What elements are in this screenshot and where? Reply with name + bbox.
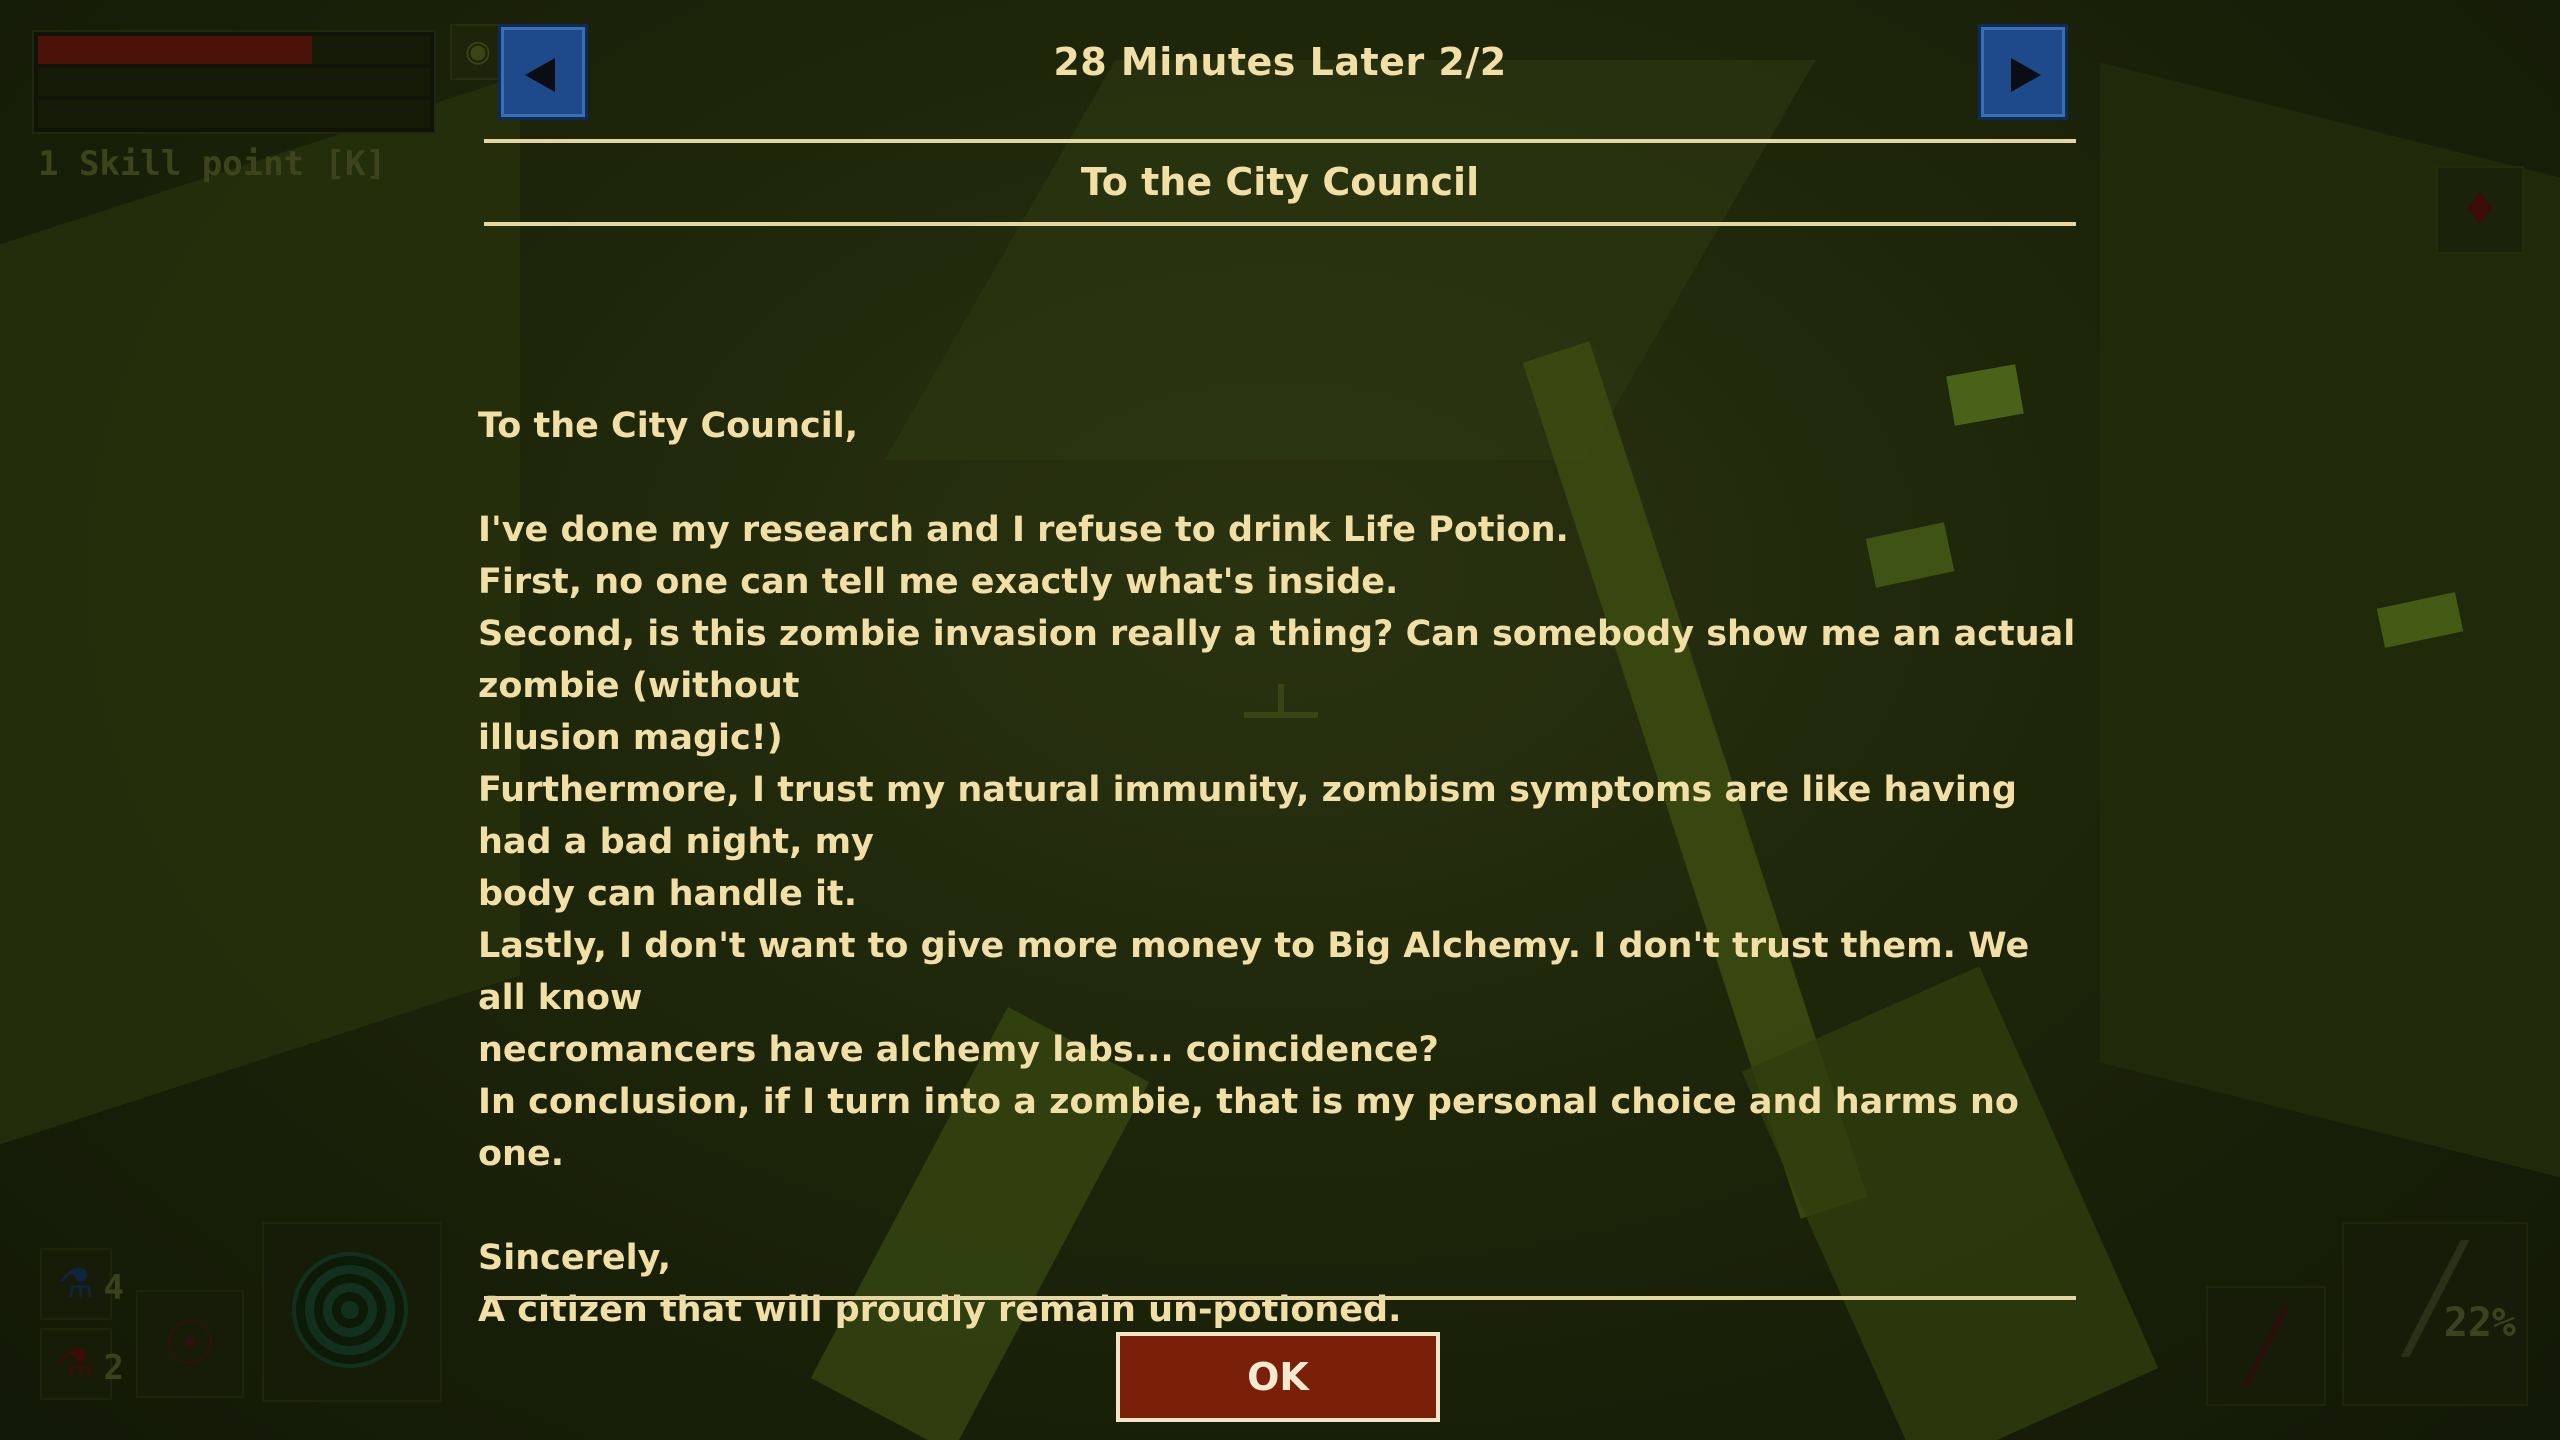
next-page-button[interactable]: [1978, 24, 2068, 120]
divider: [484, 222, 2076, 226]
ok-button[interactable]: OK: [1116, 1332, 1440, 1422]
letter-line: Sincerely,: [478, 1238, 671, 1278]
divider: [484, 1296, 2076, 1300]
letter-line: Second, is this zombie invasion really a…: [478, 614, 2076, 706]
letter-line: body can handle it.: [478, 874, 858, 914]
letter-line: illusion magic!): [478, 718, 783, 758]
letter-gap: [478, 1180, 2078, 1232]
letter-line: In conclusion, if I turn into a zombie, …: [478, 1082, 2019, 1174]
dialog-header: 28 Minutes Later 2/2: [1053, 40, 1507, 84]
previous-page-button[interactable]: [498, 24, 588, 120]
story-dialog: 28 Minutes Later 2/2 To the City Council…: [0, 0, 2560, 1440]
letter-line: To the City Council,: [478, 406, 859, 446]
letter-line: Furthermore, I trust my natural immunity…: [478, 770, 2017, 862]
letter-gap: [478, 452, 2078, 504]
letter-line: I've done my research and I refuse to dr…: [478, 510, 1569, 550]
arrow-right-icon: [2011, 58, 2041, 92]
letter-line: Lastly, I don't want to give more money …: [478, 926, 2030, 1018]
letter-line: First, no one can tell me exactly what's…: [478, 562, 1399, 602]
divider: [484, 139, 2076, 143]
arrow-left-icon: [525, 58, 555, 92]
letter-line: necromancers have alchemy labs... coinci…: [478, 1030, 1439, 1070]
letter-line: A citizen that will proudly remain un-po…: [478, 1290, 1402, 1330]
dialog-subtitle: To the City Council: [1080, 160, 1480, 204]
letter-body: To the City Council, I've done my researc…: [478, 400, 2078, 1336]
